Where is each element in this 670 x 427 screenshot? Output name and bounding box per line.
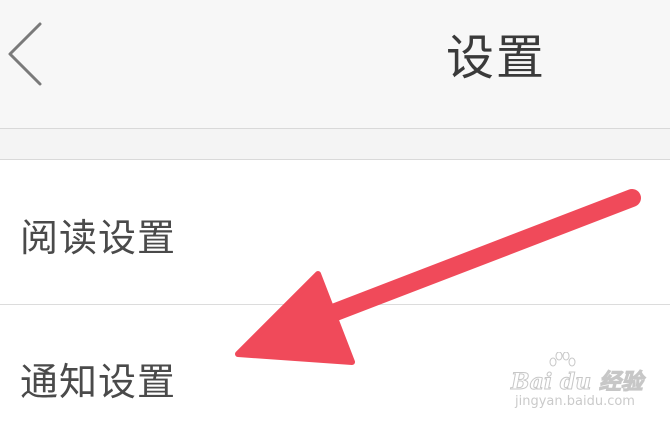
page-title: 设置 (446, 30, 547, 86)
watermark-url: jingyan.baidu.com (515, 394, 635, 409)
settings-item-label: 阅读设置 (20, 216, 177, 260)
baidu-jingyan-watermark: Bai du 经验 jingyan.baidu.com (505, 352, 655, 422)
nav-header: 设置 (0, 0, 670, 129)
watermark-brand: Bai du 经验 (511, 369, 644, 396)
section-gap (0, 129, 670, 160)
back-button[interactable] (0, 14, 60, 94)
settings-item-label: 通知设置 (20, 360, 177, 404)
settings-item-reading[interactable]: 阅读设置 (0, 160, 670, 305)
chevron-left-icon (8, 22, 42, 86)
